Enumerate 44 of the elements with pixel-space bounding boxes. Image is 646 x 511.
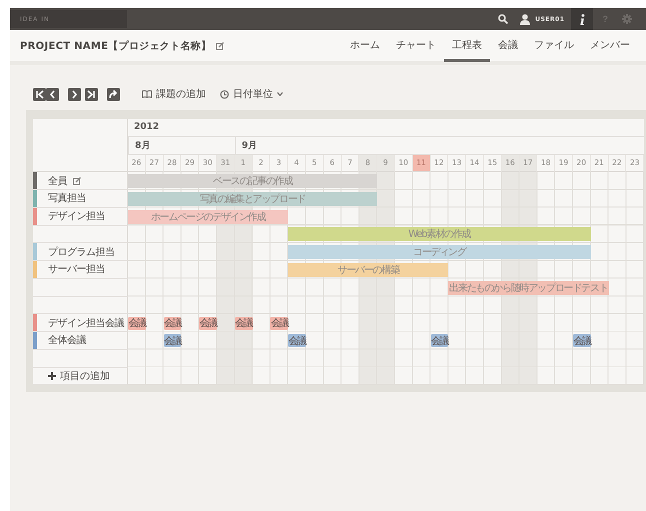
meeting-tag[interactable]: 会議 [164, 316, 182, 330]
meeting-tag[interactable]: 会議 [270, 316, 288, 330]
meeting-tag[interactable]: 会議 [288, 334, 306, 348]
nav-tab[interactable]: メンバー [582, 30, 638, 62]
edit-icon[interactable] [216, 42, 224, 50]
row-label: プログラム担当 [48, 246, 114, 259]
search-icon[interactable] [498, 14, 508, 24]
add-issue-link[interactable]: 課題の追加 [152, 87, 206, 101]
meeting-tag[interactable]: 会議 [572, 334, 591, 348]
task-bar[interactable]: ベースの記事の作成 [128, 174, 378, 188]
month-label: 8月 [128, 136, 235, 154]
meeting-tag[interactable]: 会議 [430, 334, 448, 348]
redo-button[interactable] [107, 88, 120, 100]
row-label: 写真担当 [48, 192, 86, 206]
first-page-button[interactable] [33, 88, 46, 100]
nav-tab[interactable]: ホーム [342, 30, 388, 62]
project-title: PROJECT NAME【プロジェクト名称】 [20, 39, 212, 52]
caret-icon [277, 92, 283, 96]
clock-icon [220, 90, 229, 98]
row-label: 全員 [48, 174, 67, 188]
row-label: デザイン担当 [48, 210, 105, 224]
book-icon [142, 90, 152, 98]
previous-button[interactable] [46, 88, 59, 100]
info-button[interactable] [570, 8, 592, 30]
next-button[interactable] [68, 88, 81, 100]
nav-tab[interactable]: 会議 [490, 30, 526, 62]
add-item-button[interactable]: 項目の追加 [48, 368, 110, 383]
user-icon[interactable] [520, 14, 530, 24]
meeting-tag[interactable]: 会議 [128, 316, 146, 330]
nav-tab[interactable]: 工程表 [444, 30, 490, 62]
year-label: 2012 [128, 119, 644, 137]
date-unit-dropdown[interactable]: 日付単位 [229, 87, 283, 101]
nav-tab[interactable]: ファイル [526, 30, 582, 62]
nav-tab[interactable]: チャート [388, 30, 444, 62]
row-label: デザイン担当会議 [48, 316, 124, 330]
meeting-tag[interactable]: 会議 [164, 334, 182, 348]
meeting-tag[interactable]: 会議 [199, 316, 217, 330]
plus-icon [48, 372, 56, 380]
row-label: 全体会議 [48, 334, 86, 348]
info-icon [578, 14, 584, 24]
row-label: サーバー担当 [48, 262, 105, 276]
edit-icon[interactable] [73, 176, 81, 185]
task-bar[interactable]: サーバーの構築 [288, 262, 448, 277]
last-page-button[interactable] [85, 88, 98, 100]
